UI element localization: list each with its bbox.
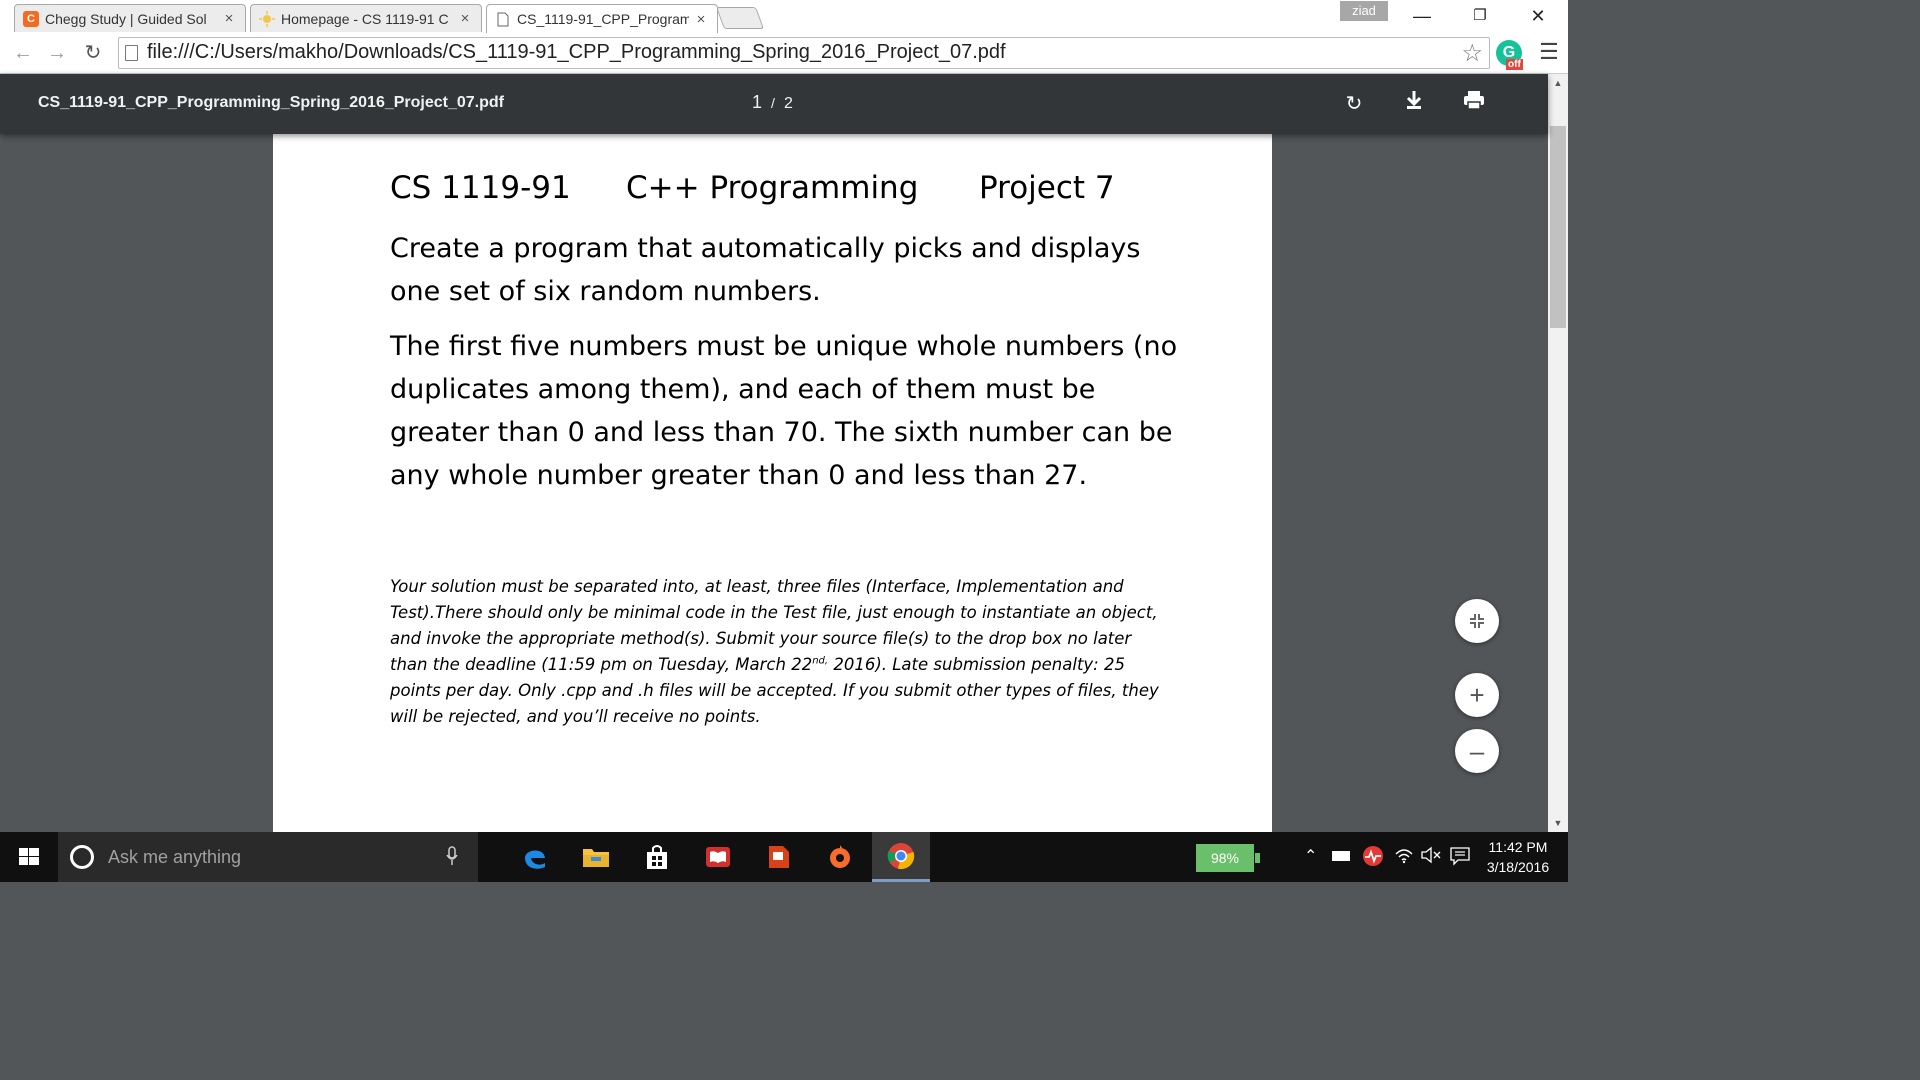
close-tab-icon[interactable]: × (457, 10, 473, 27)
fit-to-page-icon[interactable] (1455, 599, 1499, 643)
tab-chegg[interactable]: C Chegg Study | Guided Sol × (14, 4, 246, 32)
tab-title: Chegg Study | Guided Sol (45, 10, 207, 27)
tab-pdf[interactable]: CS_1119-91_CPP_Program × (486, 4, 718, 33)
clock[interactable]: 11:42 PM 3/18/2016 (1478, 837, 1558, 877)
close-window-icon[interactable]: ✕ (1518, 4, 1558, 28)
taskbar: Ask me anything 98% ⌃ 11:42 PM 3/18/2016 (0, 832, 1568, 882)
volume-muted-icon[interactable] (1420, 846, 1442, 869)
total-pages: 2 (783, 95, 793, 112)
reload-icon[interactable]: ↻ (80, 40, 106, 66)
action-center-icon[interactable] (1450, 846, 1470, 871)
print-icon[interactable] (1458, 88, 1490, 120)
note-superscript: nd, (812, 655, 829, 667)
vertical-scrollbar[interactable]: ▲ ▼ (1548, 74, 1568, 832)
tab-title: Homepage - CS 1119-91 C (281, 10, 449, 27)
url-text[interactable]: file:///C:/Users/makho/Downloads/CS_1119… (147, 41, 1006, 64)
project-number: Project 7 (979, 170, 1115, 206)
edge-icon[interactable] (506, 832, 564, 882)
back-arrow-icon[interactable]: ← (10, 40, 36, 66)
windows-start-icon[interactable] (0, 832, 58, 882)
chrome-menu-icon[interactable]: ☰ (1538, 40, 1560, 64)
store-icon[interactable] (628, 832, 686, 882)
cortana-icon (70, 845, 94, 869)
origin-icon[interactable] (811, 832, 869, 882)
clock-time: 11:42 PM (1488, 839, 1548, 855)
sun-favicon-icon (259, 10, 275, 27)
scroll-down-arrow-icon[interactable]: ▼ (1548, 818, 1568, 828)
new-tab-button[interactable] (715, 7, 765, 29)
restore-icon[interactable]: ❐ (1460, 4, 1500, 28)
show-hidden-icons-icon[interactable]: ⌃ (1304, 846, 1317, 866)
pdf-file-name: CS_1119-91_CPP_Programming_Spring_2016_P… (38, 94, 504, 111)
submission-note: Your solution must be separated into, at… (390, 574, 1160, 730)
tab-title: CS_1119-91_CPP_Program (517, 11, 689, 27)
scroll-up-arrow-icon[interactable]: ▲ (1548, 78, 1568, 88)
extension-off-badge: off (1506, 59, 1523, 70)
minimize-icon[interactable]: — (1402, 4, 1442, 28)
pdf-toolbar: CS_1119-91_CPP_Programming_Spring_2016_P… (0, 74, 1548, 134)
profile-button[interactable]: ziad (1340, 1, 1388, 21)
course-code: CS 1119-91 (390, 170, 571, 206)
pdf-page: CS 1119-91 C++ Programming Project 7 Cre… (273, 134, 1272, 832)
microphone-icon[interactable] (446, 846, 458, 871)
page-separator: / (771, 95, 775, 111)
close-tab-icon[interactable]: × (693, 11, 709, 28)
address-bar[interactable]: file:///C:/Users/makho/Downloads/CS_1119… (118, 37, 1490, 69)
tab-strip: C Chegg Study | Guided Sol × Homepage - … (0, 0, 1568, 33)
battery-tray-icon[interactable] (1332, 851, 1350, 861)
requirements-paragraph: The first five numbers must be unique wh… (390, 331, 1178, 491)
file-explorer-icon[interactable] (567, 832, 625, 882)
presentation-app-icon[interactable] (750, 832, 808, 882)
search-placeholder: Ask me anything (108, 847, 242, 867)
battery-indicator[interactable]: 98% (1196, 844, 1260, 872)
clock-date: 3/18/2016 (1486, 859, 1550, 875)
tab-homepage[interactable]: Homepage - CS 1119-91 C × (250, 4, 482, 32)
antivirus-icon[interactable] (1362, 845, 1384, 872)
current-page-input[interactable]: 1 (752, 92, 762, 112)
close-tab-icon[interactable]: × (221, 10, 237, 27)
forward-arrow-icon[interactable]: → (44, 40, 70, 66)
download-icon[interactable] (1398, 88, 1430, 120)
chegg-favicon-icon: C (23, 10, 39, 27)
cortana-search-box[interactable]: Ask me anything (58, 832, 478, 882)
chrome-icon[interactable] (872, 832, 930, 882)
instruction-paragraph: Create a program that automatically pick… (390, 233, 1141, 307)
page-icon (125, 45, 138, 61)
wifi-icon[interactable] (1394, 846, 1414, 869)
page-indicator: 1 / 2 (752, 92, 793, 113)
rotate-icon[interactable]: ↻ (1338, 88, 1370, 120)
course-name: C++ Programming (626, 170, 919, 206)
zoom-out-icon[interactable]: – (1455, 729, 1499, 773)
bookmark-star-icon[interactable]: ☆ (1461, 39, 1483, 68)
scrollbar-thumb[interactable] (1550, 126, 1566, 328)
document-favicon-icon (495, 11, 511, 27)
reader-icon[interactable] (689, 832, 747, 882)
pdf-viewport[interactable]: CS 1119-91 C++ Programming Project 7 Cre… (0, 134, 1548, 832)
zoom-in-icon[interactable]: + (1455, 673, 1499, 717)
browser-toolbar: ← → ↻ file:///C:/Users/makho/Downloads/C… (0, 32, 1568, 74)
